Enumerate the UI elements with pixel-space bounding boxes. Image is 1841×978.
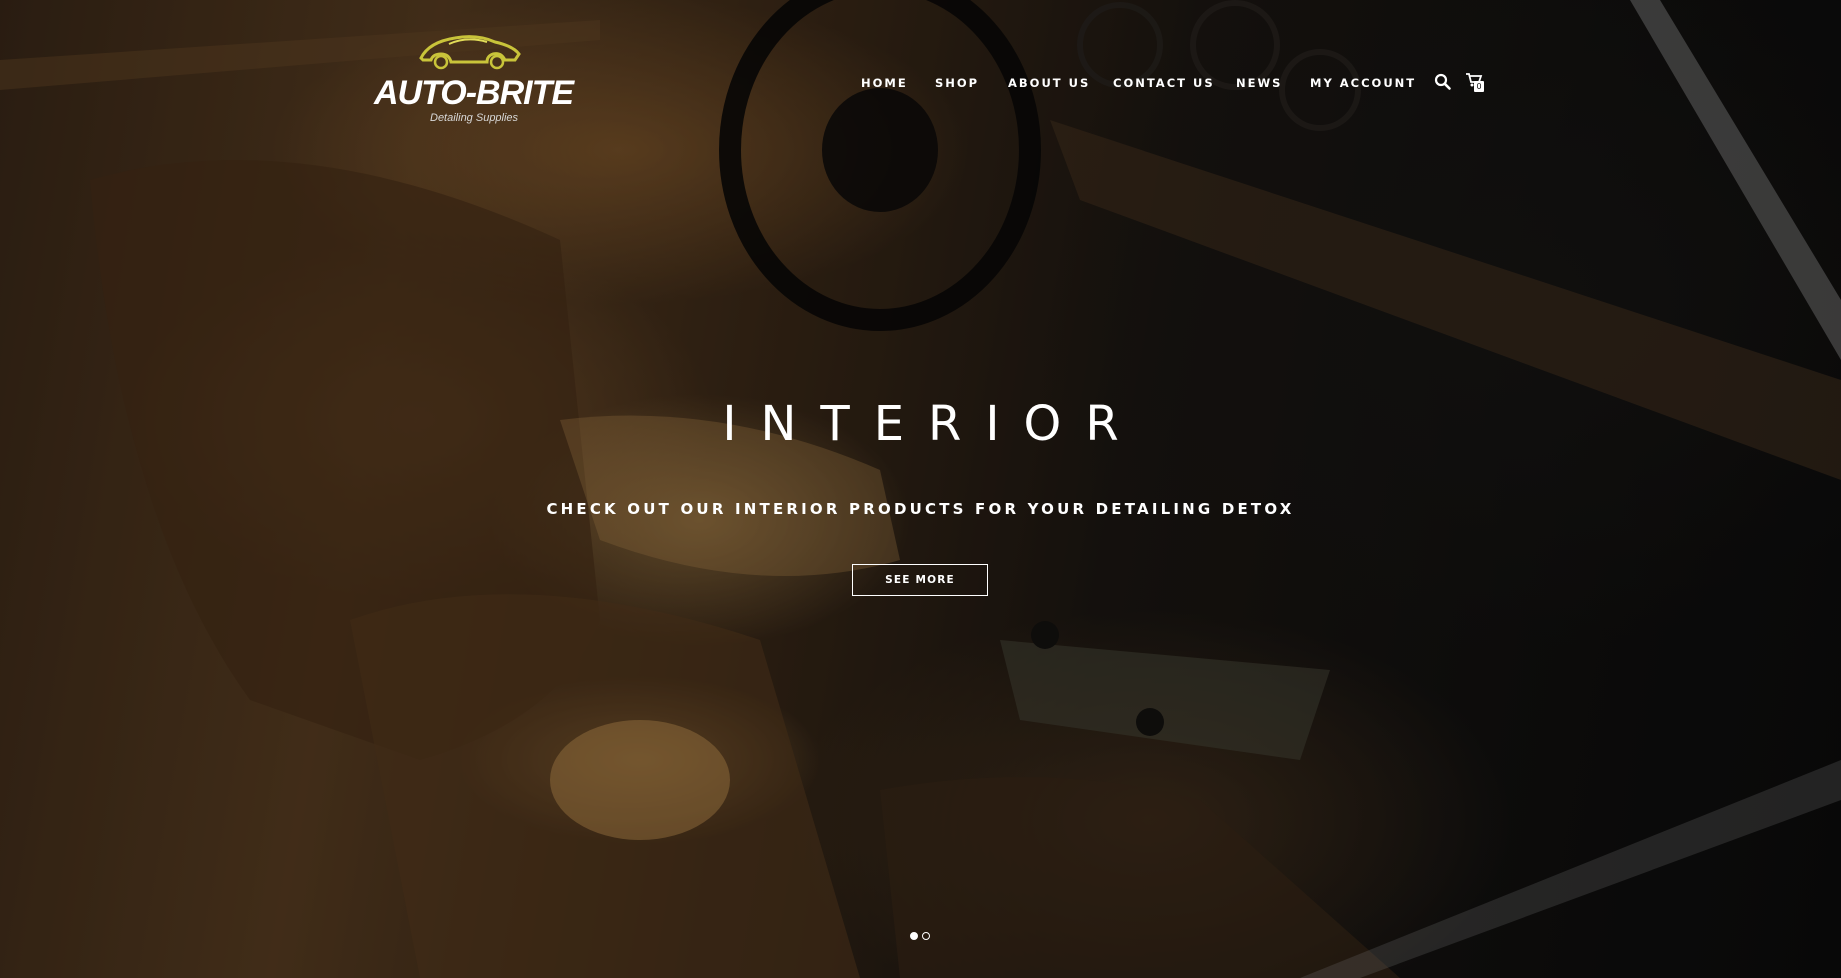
site-logo[interactable]: AUTO-BRITE Detailing Supplies [370,28,574,128]
see-more-button[interactable]: SEE MORE [852,564,988,596]
nav-item-home[interactable]: HOME [861,76,908,90]
cart-count-badge: 0 [1474,81,1484,92]
hero-overlay [0,0,1841,978]
nav-item-about-us[interactable]: ABOUT US [1008,76,1090,90]
brand-tagline: Detailing Supplies [430,112,519,124]
search-icon[interactable] [1434,73,1452,91]
cart-button[interactable]: 0 [1465,72,1489,94]
nav-item-news[interactable]: NEWS [1236,76,1282,90]
car-logo-icon [419,35,521,70]
slider-dot-2[interactable] [922,932,930,940]
slider-pagination [910,932,934,942]
nav-item-my-account[interactable]: MY ACCOUNT [1310,76,1416,90]
nav-item-shop[interactable]: SHOP [935,76,979,90]
slide-subtitle: CHECK OUT OUR INTERIOR PRODUCTS FOR YOUR… [546,500,1295,518]
brand-name: AUTO-BRITE [374,74,574,112]
nav-item-contact-us[interactable]: CONTACT US [1113,76,1215,90]
slide-title: INTERIOR [722,396,1143,452]
slider-dot-1[interactable] [910,932,918,940]
hero-slider: AUTO-BRITE Detailing Supplies HOME SHOP … [0,0,1841,978]
